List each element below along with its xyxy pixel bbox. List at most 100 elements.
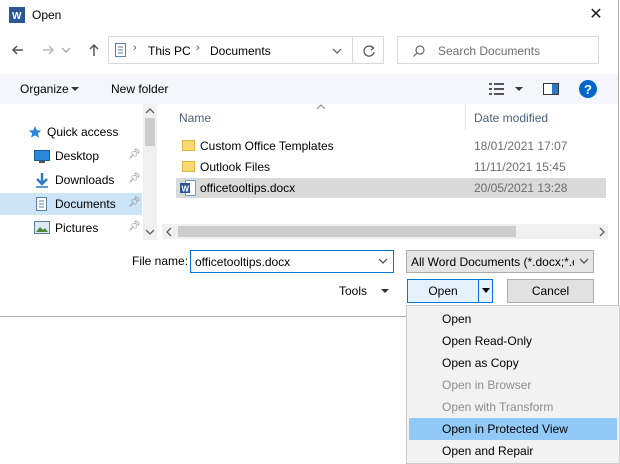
scroll-right-icon[interactable] — [598, 227, 606, 237]
menu-item-open-and-repair[interactable]: Open and Repair — [409, 440, 617, 462]
chevron-down-icon — [579, 258, 589, 264]
word-icon: W — [9, 7, 25, 23]
folder-icon — [182, 161, 195, 172]
file-row[interactable]: Outlook Files 11/11/2021 15:45 — [176, 157, 606, 177]
star-icon — [28, 126, 42, 138]
file-date: 18/01/2021 17:07 — [474, 139, 568, 153]
nav-label: Documents — [55, 197, 116, 211]
nav-item-quick-access[interactable]: Quick access — [0, 121, 142, 143]
chevron-down-icon[interactable] — [331, 45, 343, 57]
pin-icon[interactable]: 📌︎ — [128, 173, 141, 184]
sort-ascending-icon — [316, 104, 326, 110]
file-date: 11/11/2021 15:45 — [474, 160, 566, 174]
title-bar: W Open ✕ — [0, 0, 618, 31]
nav-scrollbar[interactable] — [143, 104, 157, 240]
file-name: Outlook Files — [200, 160, 271, 174]
column-header-row: Name Date modified — [162, 104, 618, 130]
caret-down-icon[interactable] — [481, 287, 491, 295]
pictures-icon — [34, 221, 50, 234]
menu-item-open-with-transform: Open with Transform — [442, 400, 554, 414]
caret-down-icon[interactable] — [380, 287, 390, 295]
divider — [352, 37, 353, 63]
menu-item-open-in-browser: Open in Browser — [442, 378, 532, 392]
menu-item-open[interactable]: Open — [409, 308, 617, 330]
search-input[interactable]: Search Documents — [438, 44, 540, 58]
scroll-left-icon[interactable] — [165, 227, 173, 237]
split-divider — [478, 280, 479, 302]
open-button-group: Open — [407, 279, 493, 303]
close-button[interactable]: ✕ — [586, 5, 606, 25]
column-divider[interactable] — [465, 104, 466, 130]
pin-icon[interactable]: 📌︎ — [128, 221, 141, 232]
menu-item-open-read-only[interactable]: Open Read-Only — [409, 330, 617, 352]
pin-icon[interactable]: 📌︎ — [128, 197, 141, 208]
file-row[interactable]: Custom Office Templates 18/01/2021 17:07 — [176, 136, 606, 156]
file-type-value: All Word Documents (*.docx;*.d — [411, 255, 574, 269]
desktop-icon — [34, 150, 50, 163]
column-date-modified[interactable]: Date modified — [474, 111, 548, 125]
file-name-label: File name: — [132, 254, 189, 268]
chevron-right-icon: › — [133, 42, 137, 54]
nav-label: Pictures — [55, 221, 99, 235]
chevron-down-icon[interactable] — [377, 257, 389, 267]
preview-pane-icon[interactable] — [542, 81, 560, 97]
file-type-select[interactable]: All Word Documents (*.docx;*.d — [406, 250, 594, 273]
navigation-pane: Quick access Desktop 📌︎ Downloads 📌︎ Doc… — [0, 104, 160, 240]
word-document-icon: W — [180, 180, 196, 196]
arrow-up-icon — [89, 43, 99, 56]
scroll-up-icon[interactable] — [145, 107, 155, 115]
caret-down-icon[interactable] — [514, 85, 524, 93]
svg-text:W: W — [12, 11, 22, 22]
recent-locations-button[interactable] — [60, 40, 72, 60]
file-name: Custom Office Templates — [200, 139, 334, 153]
arrow-right-icon — [43, 45, 55, 55]
menu-item-open-in-protected-view[interactable]: Open in Protected View — [409, 418, 617, 440]
nav-item-desktop[interactable]: Desktop 📌︎ — [0, 145, 142, 167]
new-folder-button[interactable]: New folder — [111, 82, 168, 96]
menu-item-open-as-copy[interactable]: Open as Copy — [409, 352, 617, 374]
nav-item-downloads[interactable]: Downloads 📌︎ — [0, 169, 142, 191]
forward-button[interactable] — [38, 40, 58, 60]
chevron-down-icon — [61, 47, 71, 53]
cancel-button[interactable]: Cancel — [507, 279, 594, 303]
back-button[interactable] — [8, 40, 28, 60]
svg-text:?: ? — [584, 82, 592, 97]
nav-label: Downloads — [55, 173, 115, 187]
file-list-scrollbar[interactable] — [162, 224, 608, 239]
open-options-menu: Open Open Read-Only Open as Copy Open in… — [406, 305, 620, 464]
up-button[interactable] — [84, 40, 104, 60]
organize-button[interactable]: Organize — [20, 82, 69, 96]
address-bar[interactable]: › This PC › Documents — [108, 36, 384, 64]
folder-icon — [182, 140, 195, 151]
search-box[interactable]: Search Documents — [397, 36, 599, 64]
breadcrumb-this-pc[interactable]: This PC — [148, 44, 191, 58]
documents-icon — [36, 197, 47, 211]
pin-icon[interactable]: 📌︎ — [128, 149, 141, 160]
breadcrumb-documents[interactable]: Documents — [210, 44, 271, 58]
download-icon — [36, 173, 48, 188]
scroll-thumb[interactable] — [145, 118, 155, 146]
view-details-icon[interactable] — [488, 81, 506, 97]
file-date: 20/05/2021 13:28 — [474, 181, 568, 195]
nav-item-documents[interactable]: Documents 📌︎ — [0, 193, 142, 215]
arrow-left-icon — [11, 45, 23, 55]
refresh-icon[interactable] — [361, 43, 377, 59]
cancel-label: Cancel — [531, 284, 570, 298]
search-icon — [413, 45, 425, 57]
scroll-thumb[interactable] — [178, 226, 516, 237]
nav-label: Quick access — [47, 125, 119, 139]
tools-button[interactable]: Tools — [339, 284, 367, 298]
window-title: Open — [32, 8, 62, 22]
open-button[interactable]: Open — [408, 284, 478, 298]
caret-down-icon — [71, 87, 79, 91]
file-row-selected[interactable]: W officetooltips.docx 20/05/2021 13:28 — [176, 178, 606, 198]
chevron-right-icon: › — [196, 42, 200, 54]
file-name-input[interactable]: officetooltips.docx — [195, 255, 290, 269]
help-icon[interactable]: ? — [578, 79, 598, 99]
documents-icon — [115, 43, 126, 57]
file-name-field[interactable]: officetooltips.docx — [190, 250, 394, 273]
command-bar: Organize New folder ? — [0, 74, 618, 104]
scroll-down-icon[interactable] — [145, 228, 155, 236]
nav-item-pictures[interactable]: Pictures 📌︎ — [0, 217, 142, 239]
column-name[interactable]: Name — [179, 111, 211, 125]
